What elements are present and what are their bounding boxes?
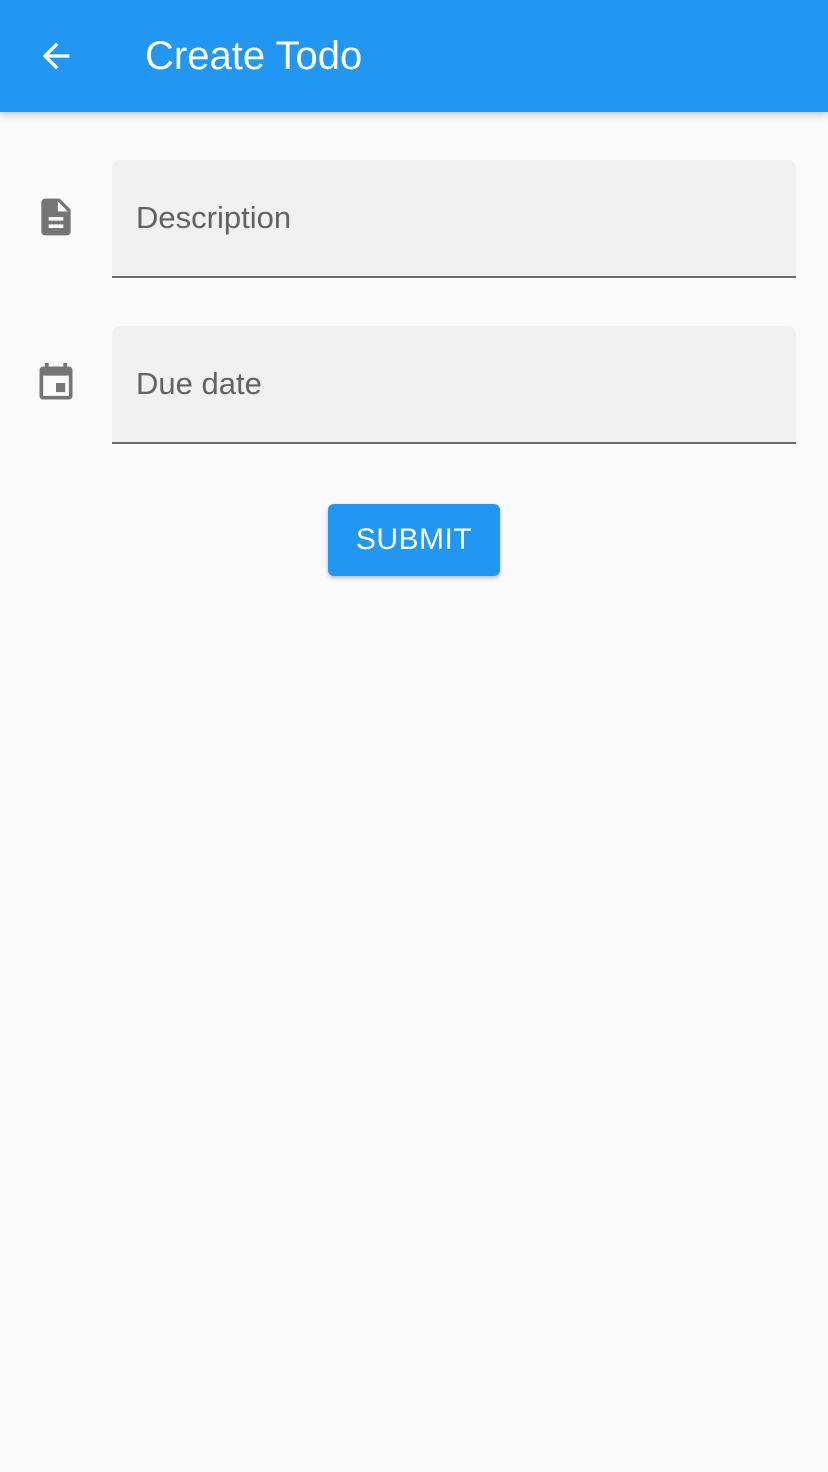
- due-date-field[interactable]: [112, 326, 796, 444]
- due-date-row: [0, 326, 828, 444]
- arrow-back-icon: [42, 42, 70, 70]
- page-title: Create Todo: [145, 34, 363, 78]
- back-button[interactable]: [24, 24, 88, 88]
- submit-button[interactable]: SUBMIT: [328, 504, 500, 576]
- description-row: [0, 160, 828, 278]
- app-bar: Create Todo: [0, 0, 828, 112]
- calendar-icon: [34, 361, 78, 405]
- document-icon: [34, 195, 78, 239]
- due-date-input[interactable]: [136, 326, 772, 442]
- description-field[interactable]: [112, 160, 796, 278]
- description-input[interactable]: [136, 160, 772, 276]
